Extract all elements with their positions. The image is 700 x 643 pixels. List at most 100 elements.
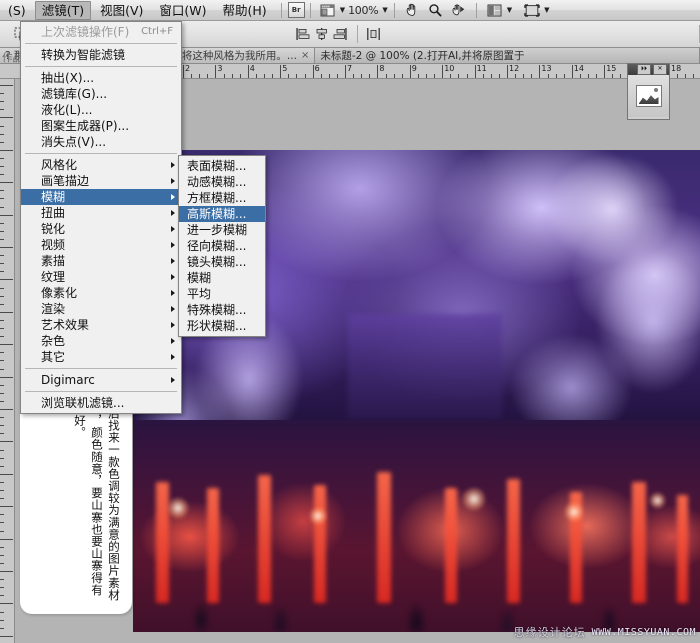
menubar-divider-4	[476, 3, 477, 18]
screen-mode-full-icon[interactable]	[522, 3, 541, 18]
screen-mode-full-dropdown-icon[interactable]: ▼	[544, 7, 549, 14]
ruler-minor-tick	[264, 74, 265, 78]
blur-submenu-item[interactable]: 模糊	[179, 270, 265, 286]
align-left-edges-icon[interactable]	[295, 27, 310, 42]
menu-separator	[25, 391, 177, 392]
filter-menu-item[interactable]: 扭曲	[21, 205, 181, 221]
blur-submenu-item[interactable]: 方框模糊...	[179, 190, 265, 206]
ruler-minor-tick	[329, 74, 330, 78]
blur-submenu-item-label: 特殊模糊...	[187, 302, 246, 318]
ruler-major-tick	[377, 65, 378, 78]
ruler-label: 3	[217, 64, 222, 73]
ruler-major-tick	[0, 279, 13, 280]
ruler-label: 2	[185, 64, 190, 73]
filter-menu-item-label: Digimarc	[41, 372, 95, 388]
filter-menu-item[interactable]: 像素化	[21, 285, 181, 301]
filter-menu-item[interactable]: 杂色	[21, 333, 181, 349]
filter-menu-item: 上次滤镜操作(F)Ctrl+F	[21, 24, 181, 40]
ruler-minor-tick	[0, 223, 4, 224]
ruler-minor-tick	[0, 393, 4, 394]
filter-menu-item[interactable]: 转换为智能滤镜	[21, 47, 181, 63]
blur-submenu-item[interactable]: 镜头模糊...	[179, 254, 265, 270]
blur-submenu-item[interactable]: 特殊模糊...	[179, 302, 265, 318]
ruler-minor-tick	[0, 563, 4, 564]
document-tab-1-close-icon[interactable]: ×	[301, 50, 309, 61]
align-horizontal-centers-icon[interactable]	[314, 27, 329, 42]
filter-menu-item-shortcut: Ctrl+F	[141, 24, 173, 40]
blur-submenu-item-label: 表面模糊...	[187, 158, 246, 174]
submenu-arrow-icon	[171, 194, 175, 200]
ruler-minor-tick	[0, 166, 4, 167]
align-right-edges-icon[interactable]	[333, 27, 348, 42]
filter-menu-item[interactable]: 消失点(V)...	[21, 134, 181, 150]
filter-menu-item-label: 浏览联机滤镜...	[41, 395, 124, 411]
ruler-minor-tick	[0, 628, 4, 629]
filter-menu-item[interactable]: 素描	[21, 253, 181, 269]
palette-close-icon[interactable]: ✕	[653, 64, 667, 75]
submenu-arrow-icon	[171, 178, 175, 184]
ruler-minor-tick	[0, 328, 4, 329]
ruler-minor-tick	[564, 74, 565, 78]
screen-mode-icon[interactable]	[318, 3, 337, 18]
arrange-documents-icon[interactable]	[485, 3, 504, 18]
ruler-label: 5	[282, 64, 287, 73]
filter-menu-item[interactable]: 风格化	[21, 157, 181, 173]
filter-menu-item[interactable]: 其它	[21, 349, 181, 365]
blur-submenu-item[interactable]: 径向模糊...	[179, 238, 265, 254]
filter-menu-item[interactable]: 锐化	[21, 221, 181, 237]
blur-submenu-item[interactable]: 平均	[179, 286, 265, 302]
zoom-tool-icon[interactable]	[426, 3, 445, 18]
filter-menu-item[interactable]: 艺术效果	[21, 317, 181, 333]
filter-menu-item-label: 杂色	[41, 333, 65, 349]
filter-menu-item-label: 渲染	[41, 301, 65, 317]
filter-menu-item[interactable]: 图案生成器(P)...	[21, 118, 181, 134]
document-tab-2[interactable]: 未标题-2 @ 100% (2.打开AI,并将原图置于	[315, 48, 700, 63]
filter-menu-item[interactable]: 浏览联机滤镜...	[21, 395, 181, 411]
filter-menu-item[interactable]: 视频	[21, 237, 181, 253]
rotate-view-icon[interactable]	[449, 3, 468, 18]
ruler-minor-tick	[361, 74, 362, 78]
filter-menu-item[interactable]: Digimarc	[21, 372, 181, 388]
palette-collapse-icon[interactable]: ⏵⏵	[637, 64, 651, 75]
menu-item-filter[interactable]: 滤镜(T)	[35, 1, 91, 20]
blur-submenu-item[interactable]: 表面模糊...	[179, 158, 265, 174]
ruler-minor-tick	[0, 514, 4, 515]
ruler-minor-tick	[240, 74, 241, 78]
filter-menu-dropdown[interactable]: 上次滤镜操作(F)Ctrl+F 转换为智能滤镜抽出(X)...滤镜库(G)...液…	[20, 21, 182, 414]
filter-menu-item[interactable]: 画笔描边	[21, 173, 181, 189]
blur-submenu-item[interactable]: 进一步模糊	[179, 222, 265, 238]
ruler-major-tick	[604, 65, 605, 78]
menu-item-0[interactable]: (S)	[1, 1, 33, 20]
menu-item-help[interactable]: 帮助(H)	[216, 1, 274, 20]
filter-menu-item[interactable]: 液化(L)...	[21, 102, 181, 118]
screen-mode-dropdown-icon[interactable]: ▼	[340, 7, 345, 14]
palette-title-bar[interactable]: ⏵⏵ ✕	[628, 64, 669, 75]
blur-submenu-item[interactable]: 高斯模糊...	[179, 206, 265, 222]
arrange-dropdown-icon[interactable]: ▼	[507, 7, 512, 14]
menubar-divider-1	[281, 3, 282, 18]
blur-submenu-item[interactable]: 动感模糊...	[179, 174, 265, 190]
ruler-minor-tick	[288, 74, 289, 78]
ruler-minor-tick	[0, 158, 4, 159]
blur-submenu-dropdown[interactable]: 表面模糊...动感模糊...方框模糊...高斯模糊...进一步模糊径向模糊...…	[178, 155, 266, 337]
filter-menu-item[interactable]: 模糊	[21, 189, 181, 205]
bridge-launch-icon[interactable]: Br	[288, 2, 305, 18]
ruler-minor-tick	[693, 74, 694, 78]
ruler-minor-tick	[450, 74, 451, 78]
zoom-dropdown-icon[interactable]: ▼	[382, 7, 387, 14]
menu-item-window[interactable]: 窗口(W)	[152, 1, 213, 20]
menu-item-view[interactable]: 视图(V)	[93, 1, 150, 20]
vertical-ruler[interactable]	[0, 79, 15, 643]
ruler-minor-tick	[0, 555, 4, 556]
photo-light-glow	[167, 497, 189, 519]
hand-tool-icon[interactable]	[403, 3, 422, 18]
distribute-horizontal-icon[interactable]	[366, 27, 381, 42]
filter-menu-item[interactable]: 纹理	[21, 269, 181, 285]
ruler-minor-tick	[0, 288, 4, 289]
navigator-palette[interactable]: ⏵⏵ ✕	[627, 63, 670, 120]
ruler-major-tick	[280, 65, 281, 78]
filter-menu-item[interactable]: 滤镜库(G)...	[21, 86, 181, 102]
filter-menu-item[interactable]: 渲染	[21, 301, 181, 317]
filter-menu-item[interactable]: 抽出(X)...	[21, 70, 181, 86]
blur-submenu-item[interactable]: 形状模糊...	[179, 318, 265, 334]
